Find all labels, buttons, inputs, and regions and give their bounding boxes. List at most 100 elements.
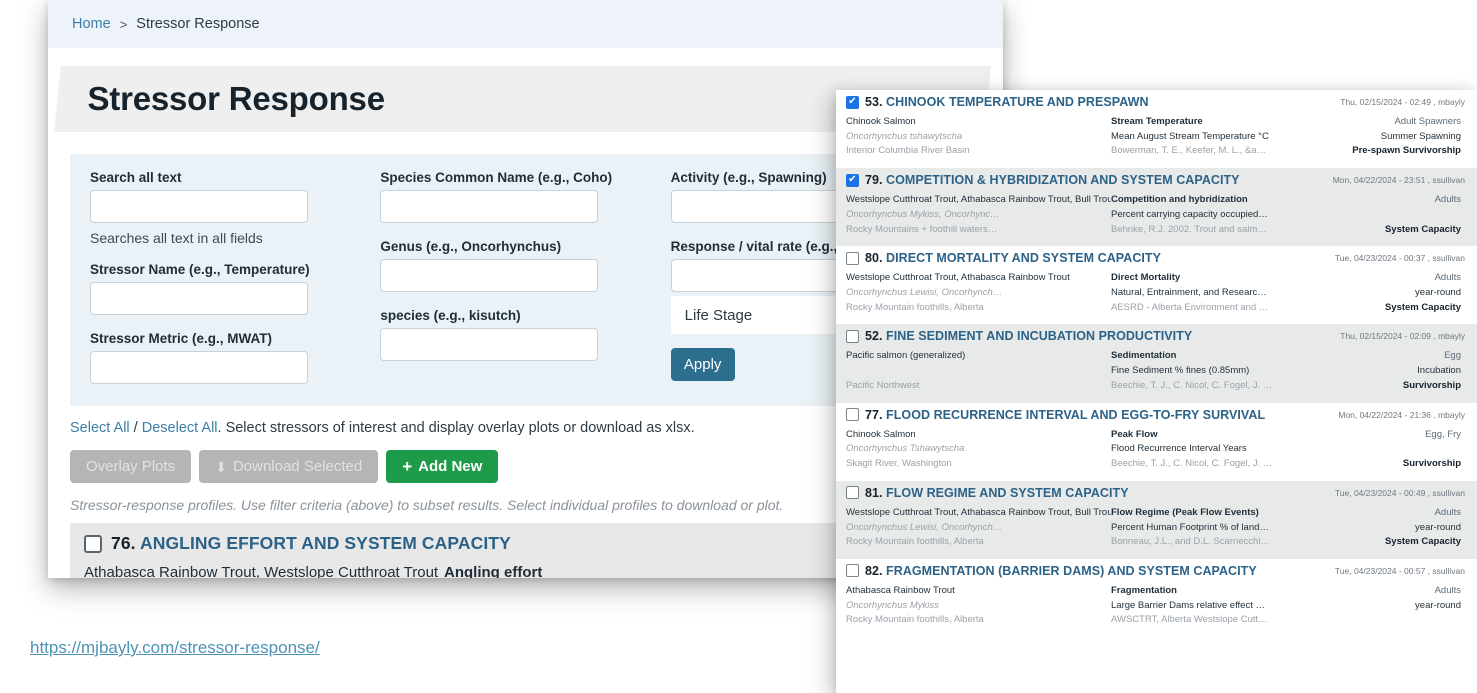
result-stressor-column: Competition and hybridization Percent car… — [1111, 193, 1351, 237]
result-species-column: Chinook Salmon Oncorhynchus Tshawytscha Sk… — [846, 428, 1111, 472]
result-row[interactable]: 52. FINE SEDIMENT AND INCUBATION PRODUCT… — [836, 324, 1477, 403]
breadcrumb: Home > Stressor Response — [48, 0, 1003, 48]
result-row[interactable]: 53. CHINOOK TEMPERATURE AND PRESPAWN Thu,… — [836, 90, 1477, 169]
location: Skagit River, Washington — [846, 458, 952, 470]
apply-button[interactable]: Apply — [670, 348, 735, 381]
result-row-body: Chinook Salmon Oncorhynchus tshawytscha In… — [846, 115, 1465, 159]
species-common-name: Westslope Cutthroat Trout, Athabasca Rai… — [846, 272, 1070, 284]
result-row[interactable]: 82. FRAGMENTATION (BARRIER DAMS) AND SYS… — [836, 558, 1477, 638]
source-url-link[interactable]: https://mjbayly.com/stressor-response/ — [30, 638, 320, 658]
select-all-link[interactable]: Select All — [70, 420, 130, 436]
reference-citation: Beechie, T. J., C. Nicol, C. Fogel, J. … — [1111, 458, 1273, 470]
result-response-column: Adults year-round System Capacity — [1351, 271, 1461, 315]
result-row-body: Westslope Cutthroat Trout, Athabasca Rai… — [846, 506, 1465, 550]
result-row-title[interactable]: 80. DIRECT MORTALITY AND SYSTEM CAPACITY — [865, 251, 1161, 265]
breadcrumb-current: Stressor Response — [136, 16, 260, 32]
stressor-metric: Mean August Stream Temperature °C — [1111, 130, 1269, 142]
stressor-name: Fragmentation — [1111, 584, 1177, 596]
row-checkbox[interactable] — [846, 329, 859, 343]
stressor-metric: Natural, Entrainment, and Researc… — [1111, 287, 1267, 299]
result-species-column: Chinook Salmon Oncorhynchus tshawytscha In… — [846, 115, 1111, 159]
life-stage: Adults — [1434, 194, 1461, 206]
deselect-all-link[interactable]: Deselect All — [142, 420, 218, 436]
result-row[interactable]: 80. DIRECT MORTALITY AND SYSTEM CAPACITY… — [836, 246, 1477, 325]
species-common-name: Athabasca Rainbow Trout, Westslope Cutth… — [84, 564, 439, 578]
result-stressor-column: Flow Regime (Peak Flow Events) Percent Hu… — [1111, 506, 1351, 550]
result-row-title[interactable]: 79. COMPETITION & HYBRIDIZATION AND SYST… — [865, 173, 1240, 187]
genus-label: Genus (e.g., Oncorhynchus) — [380, 239, 562, 254]
search-all-text-label: Search all text — [90, 170, 182, 185]
stressor-name: Stream Temperature — [1111, 116, 1203, 127]
result-row-title[interactable]: 77. FLOOD RECURRENCE INTERVAL AND EGG-TO… — [865, 408, 1265, 422]
result-row-title[interactable]: 82. FRAGMENTATION (BARRIER DAMS) AND SYS… — [865, 564, 1257, 578]
screenshot-stage: Home > Stressor Response Stressor Respon… — [0, 0, 1477, 693]
stressor-name-input[interactable] — [90, 282, 308, 315]
download-selected-label: Download Selected — [232, 458, 363, 475]
list-item-stressor-col: Angling effort incidental angling mortal… — [444, 564, 764, 578]
result-species-column: Westslope Cutthroat Trout, Athabasca Rai… — [846, 506, 1111, 550]
list-item-title[interactable]: 76. ANGLING EFFORT AND SYSTEM CAPACITY — [111, 533, 511, 554]
result-row-number: 79. — [865, 173, 883, 188]
row-checkbox[interactable] — [846, 486, 859, 500]
response-vital-rate: System Capacity — [1384, 223, 1461, 235]
stressor-name-label: Stressor Name (e.g., Temperature) — [90, 262, 310, 277]
result-response-column: Adult Spawners Summer Spawning Pre-spawn S… — [1351, 115, 1461, 159]
response-vital-rate: Pre-spawn Survivorship — [1352, 145, 1461, 157]
life-stage: Egg, Fry — [1425, 428, 1461, 440]
result-row[interactable]: 81. FLOW REGIME AND SYSTEM CAPACITY Tue, … — [836, 480, 1477, 559]
result-row-title[interactable]: 81. FLOW REGIME AND SYSTEM CAPACITY — [865, 486, 1129, 500]
activity-period — [1351, 442, 1461, 457]
species-common-name: Pacific salmon (generalized) — [846, 350, 966, 362]
result-row-header: 53. CHINOOK TEMPERATURE AND PRESPAWN Thu,… — [846, 95, 1465, 109]
location: Interior Columbia River Basin — [846, 145, 970, 157]
activity-period: year-round — [1415, 521, 1461, 533]
species-common-name: Athabasca Rainbow Trout — [846, 584, 955, 596]
result-row-body: Westslope Cutthroat Trout, Athabasca Rai… — [846, 193, 1465, 237]
species-common-name-input[interactable] — [380, 190, 599, 223]
filter-column-1: Search all text Searches all text in all… — [90, 170, 380, 384]
species-scientific-name — [846, 364, 1111, 379]
breadcrumb-home-link[interactable]: Home — [72, 16, 111, 32]
response-vital-rate: Survivorship — [1402, 458, 1461, 470]
result-row[interactable]: 77. FLOOD RECURRENCE INTERVAL AND EGG-TO… — [836, 402, 1477, 481]
activity-period: year-round — [1415, 287, 1461, 299]
species-scientific-name: Oncorhynchus Mykiss, Oncorhync… — [846, 208, 1000, 220]
species-scientific-name: Oncorhynchus Mykiss — [846, 599, 939, 611]
row-checkbox[interactable] — [846, 564, 859, 578]
reference-citation: Behnke, R.J. 2002. Trout and salm… — [1111, 223, 1267, 235]
genus-input[interactable] — [380, 259, 599, 292]
result-species-column: Westslope Cutthroat Trout, Athabasca Rai… — [846, 271, 1111, 315]
reference-citation: AWSCTRT, Alberta Westslope Cutt… — [1111, 614, 1268, 626]
result-row-title[interactable]: 52. FINE SEDIMENT AND INCUBATION PRODUCT… — [865, 329, 1192, 343]
result-row-header: 81. FLOW REGIME AND SYSTEM CAPACITY Tue, … — [846, 486, 1465, 500]
result-row-header: 80. DIRECT MORTALITY AND SYSTEM CAPACITY… — [846, 251, 1465, 265]
list-item-title-text: ANGLING EFFORT AND SYSTEM CAPACITY — [139, 533, 511, 553]
row-checkbox[interactable] — [846, 251, 859, 265]
download-selected-button[interactable]: ⬇ Download Selected — [199, 450, 379, 483]
stressor-name: Peak Flow — [1111, 428, 1158, 440]
species-input[interactable] — [380, 328, 599, 361]
row-checkbox[interactable] — [84, 534, 102, 553]
result-row-header: 77. FLOOD RECURRENCE INTERVAL AND EGG-TO… — [846, 408, 1465, 422]
row-checkbox-checked[interactable] — [846, 173, 859, 187]
list-item-header: 76. ANGLING EFFORT AND SYSTEM CAPACITY M… — [84, 533, 965, 554]
stressor-metric-input[interactable] — [90, 351, 308, 384]
result-row-date: Tue, 04/23/2024 - 00:37 , ssullivan — [1334, 253, 1465, 264]
row-checkbox-checked[interactable] — [846, 95, 859, 109]
result-stressor-column: Direct Mortality Natural, Entrainment, an… — [1111, 271, 1351, 315]
result-row[interactable]: 79. COMPETITION & HYBRIDIZATION AND SYST… — [836, 168, 1477, 247]
species-scientific-name: Oncorhynchus Tshawytscha — [846, 443, 965, 455]
search-all-text-input[interactable] — [90, 190, 308, 223]
location: Rocky Mountain foothills, Alberta — [846, 536, 984, 548]
result-row-title[interactable]: 53. CHINOOK TEMPERATURE AND PRESPAWN — [865, 95, 1149, 109]
species-scientific-name: Oncorhynchus Lewisi, Oncorhynch… — [846, 287, 1003, 299]
result-response-column: Egg Incubation Survivorship — [1351, 349, 1461, 393]
overlay-plots-button[interactable]: Overlay Plots — [70, 450, 192, 483]
add-new-button[interactable]: + Add New — [386, 450, 499, 483]
row-checkbox[interactable] — [846, 408, 859, 422]
stressor-metric: Percent carrying capacity occupied… — [1111, 208, 1268, 220]
result-species-column: Athabasca Rainbow Trout Oncorhynchus Myki… — [846, 584, 1111, 628]
result-stressor-column: Stream Temperature Mean August Stream Tem… — [1111, 115, 1351, 159]
page-title: Stressor Response — [87, 80, 385, 117]
result-row-date: Thu, 02/15/2024 - 02:49 , mbayly — [1340, 97, 1465, 107]
